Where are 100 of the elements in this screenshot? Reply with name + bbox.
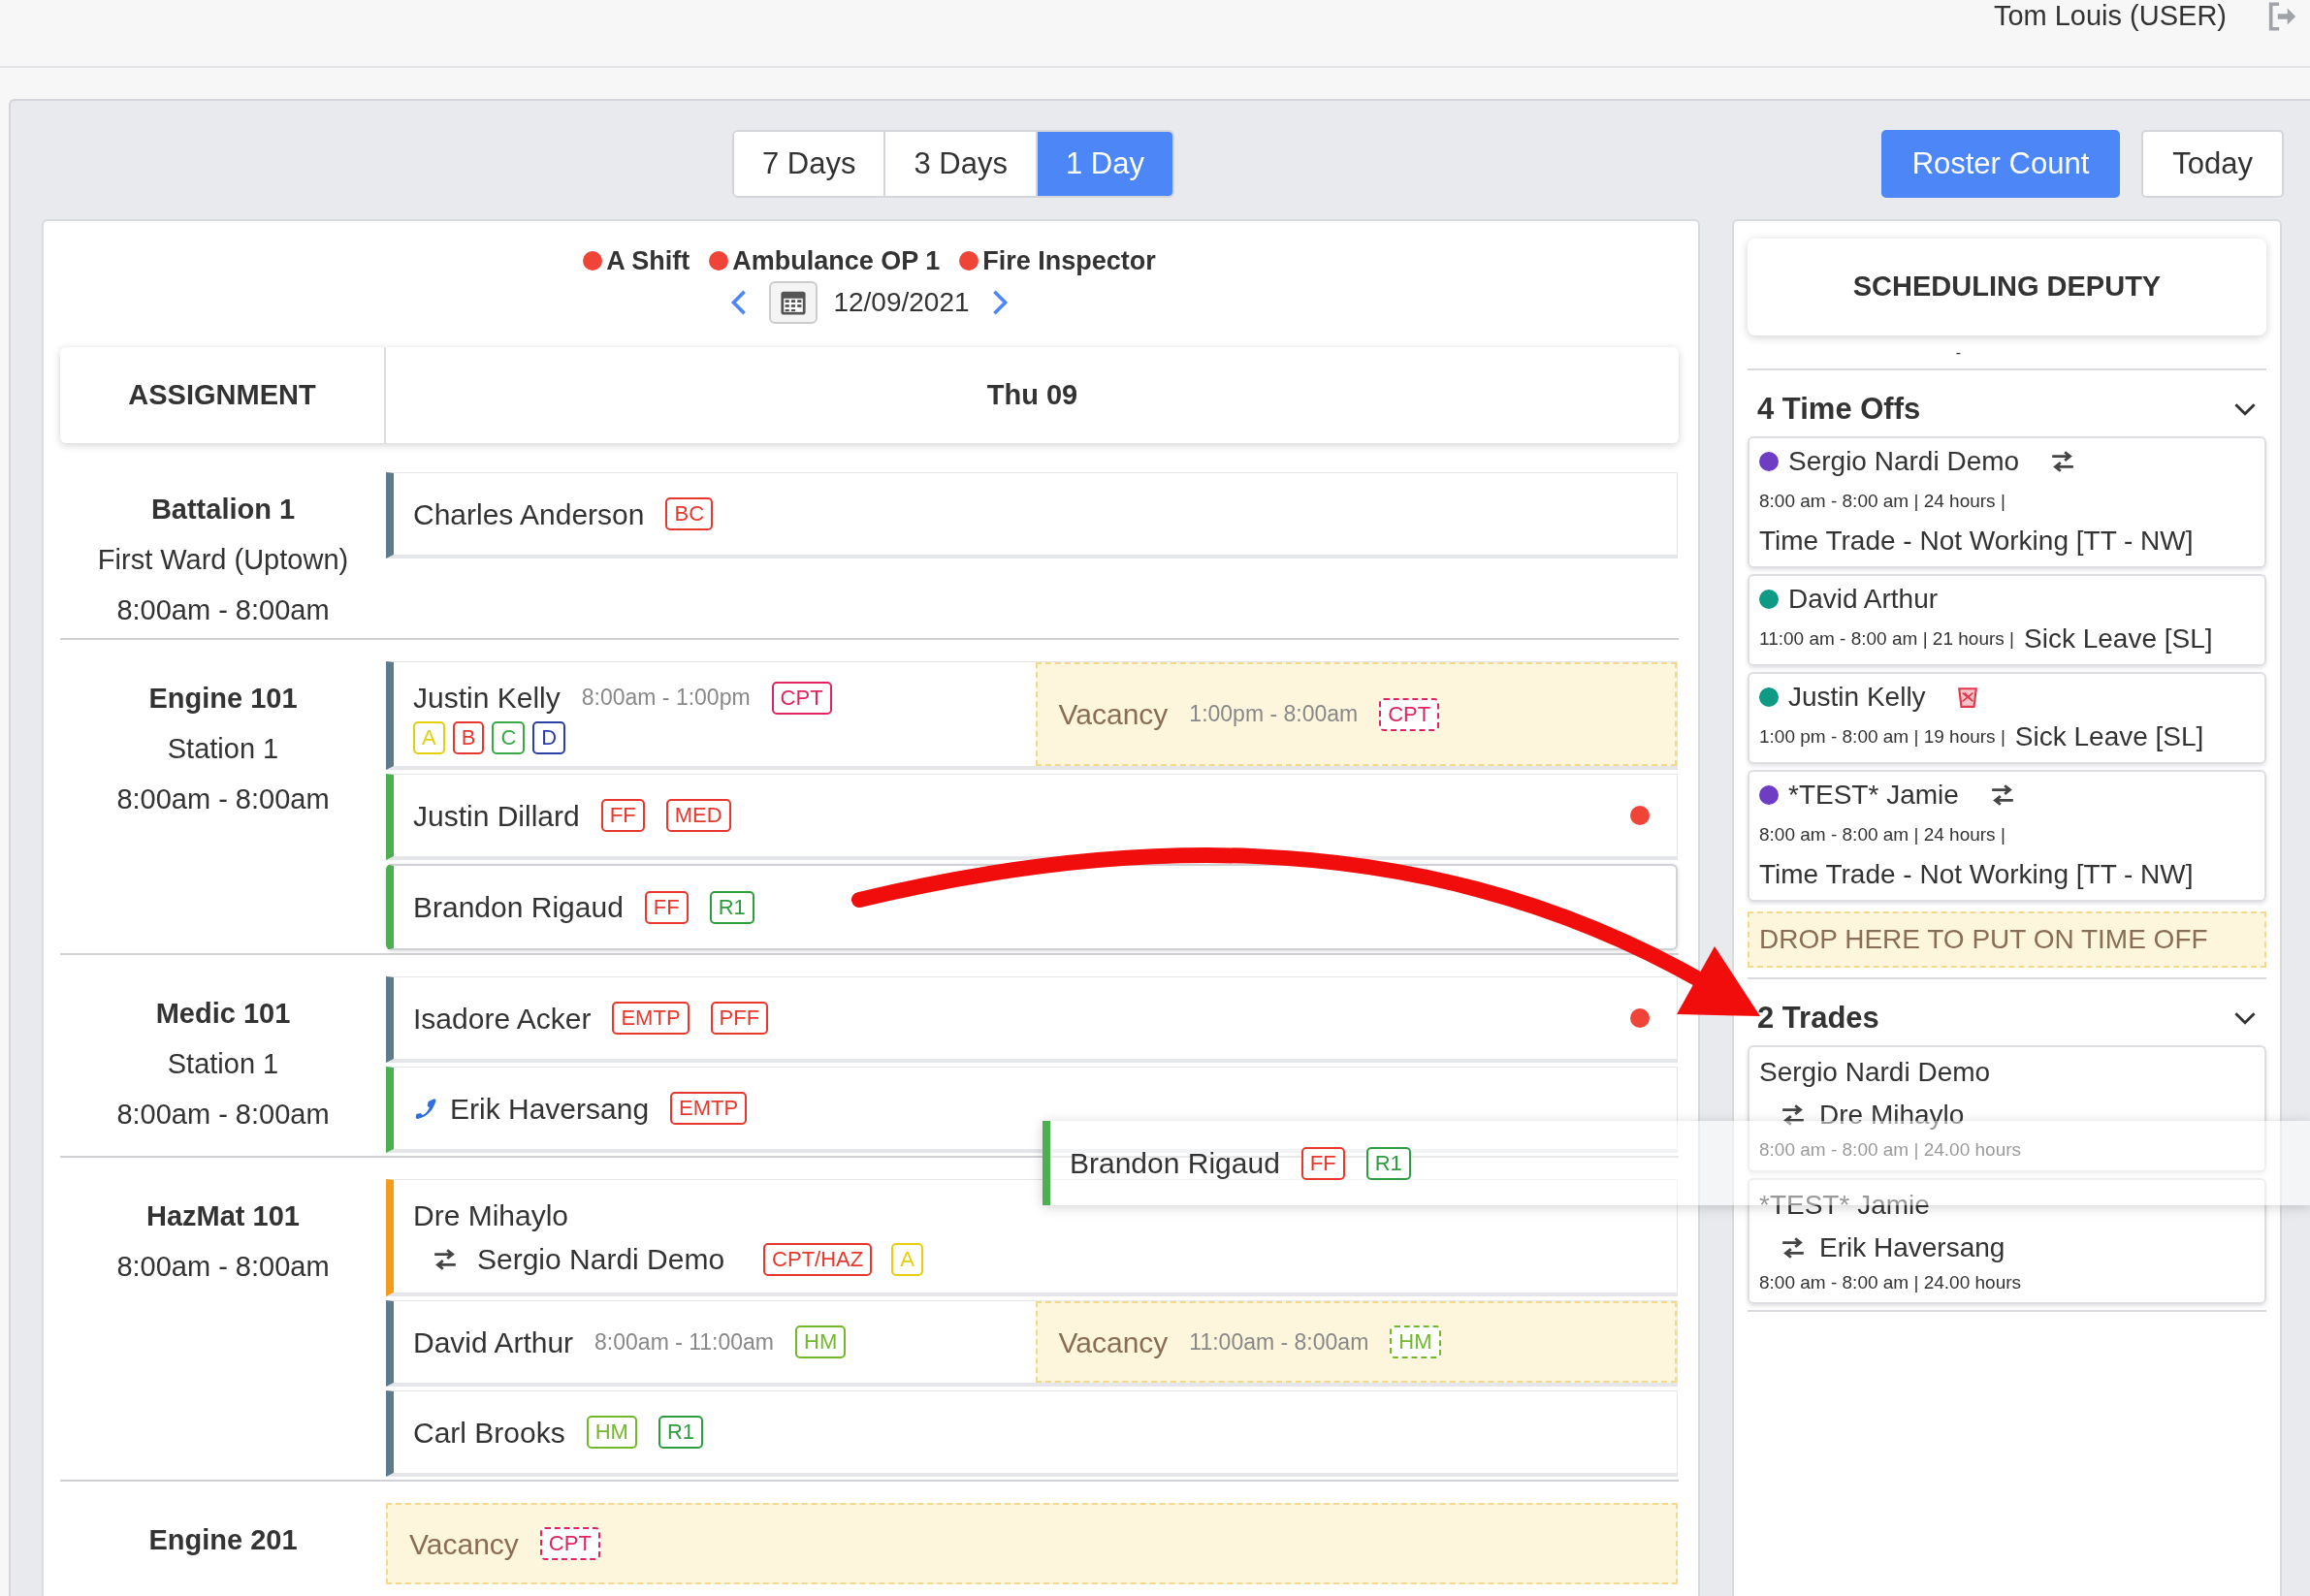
vacancy-label: Vacancy — [1058, 697, 1169, 732]
qualification-tag: CPT — [539, 1527, 600, 1560]
assignment-slot[interactable]: Justin Dillard FF MED — [386, 774, 1678, 860]
assignment-title: Battalion 1 — [149, 493, 297, 527]
qualification-tag: B — [452, 721, 485, 754]
assignment-slot[interactable]: Justin Kelly 8:00am - 1:00pm CPT A B C D Vacancy 1:00pm - 8:00am CPT — [386, 661, 1678, 770]
assignment-detail: 8:00am - 8:00am — [115, 593, 331, 627]
leave-reason: Time Trade - Not Working [TT - NW] — [1759, 858, 2194, 891]
assignment-slot[interactable]: Brandon Rigaud FF R1 — [386, 864, 1678, 950]
person-name: Erik Haversang — [450, 1091, 650, 1127]
shift-time: 8:00am - 1:00pm — [581, 684, 751, 713]
qualification-tag: FF — [644, 890, 689, 924]
person-name: Brandon Rigaud — [413, 890, 624, 925]
trade-card[interactable]: *TEST* Jamie Erik Haversang 8:00 am - 8:00 am | 24.00 hours — [1748, 1177, 2266, 1304]
assignment-detail: Station 1 — [166, 1047, 280, 1081]
assignment-detail: 8:00am - 8:00am — [115, 782, 331, 816]
column-header: ASSIGNMENT — [128, 377, 316, 412]
person-name: Carl Brooks — [413, 1415, 565, 1451]
chevron-down-icon — [2233, 401, 2257, 417]
vacancy-slot[interactable]: Vacancy 1:00pm - 8:00am CPT — [1035, 662, 1677, 766]
legend-label: Ambulance OP 1 — [732, 245, 941, 277]
drop-zone[interactable]: DROP HERE TO PUT ON TIME OFF — [1748, 911, 2266, 968]
time-off-hours: 8:00 am - 8:00 am | 24 hours | — [1759, 823, 2005, 846]
qualification-tag: A — [891, 1242, 923, 1276]
chevron-down-icon — [2233, 1010, 2257, 1026]
time-off-card[interactable]: *TEST* Jamie 8:00 am - 8:00 am | 24 hours | Time Trade - Not Working [TT - NW] — [1748, 770, 2266, 902]
assignment-detail: 8:00am - 8:00am — [115, 1250, 331, 1284]
time-off-card[interactable]: Justin Kelly 1:00 pm - 8:00 am | 19 hours | Sick Leave [SL] — [1748, 672, 2266, 764]
leave-reason: Sick Leave [SL] — [2024, 622, 2213, 655]
panel-subtitle: - — [1955, 344, 1962, 361]
section-title: 2 Trades — [1757, 999, 1879, 1037]
assignment-slot[interactable]: Dre Mihaylo Sergio Nardi Demo CPT/HAZ A — [386, 1179, 1678, 1296]
column-header: Thu 09 — [986, 377, 1078, 412]
assignment-slot[interactable]: Isadore Acker EMTP PFF — [386, 976, 1678, 1063]
vacancy-slot[interactable]: Vacancy CPT — [386, 1503, 1678, 1584]
person-name: David Arthur — [413, 1325, 574, 1360]
section-title: 4 Time Offs — [1757, 390, 1921, 428]
today-button[interactable]: Today — [2141, 130, 2284, 198]
time-off-card[interactable]: David Arthur 11:00 am - 8:00 am | 21 hours | Sick Leave [SL] — [1748, 574, 2266, 666]
user-name: Tom Louis (USER) — [1993, 0, 2227, 31]
shift-time: 8:00am - 11:00am — [594, 1327, 775, 1357]
trash-icon[interactable] — [1956, 686, 1978, 709]
person-name: Justin Kelly — [1788, 681, 1926, 714]
trade-hours: 8:00 am - 8:00 am | 24.00 hours — [1759, 1138, 2023, 1162]
person-name: Sergio Nardi Demo — [477, 1242, 725, 1277]
assignment-title: HazMat 101 — [145, 1199, 301, 1233]
qualification-tag: CPT — [771, 681, 832, 715]
collapse-toggle[interactable] — [2233, 401, 2257, 417]
assignment-detail: First Ward (Uptown) — [96, 543, 350, 577]
assignment-title: Engine 101 — [147, 682, 299, 716]
calendar-icon — [780, 289, 808, 316]
trade-hours: 8:00 am - 8:00 am | 24.00 hours — [1759, 1270, 2023, 1294]
qualification-tag: D — [532, 721, 566, 754]
vacancy-label: Vacancy — [409, 1526, 519, 1562]
person-name: Justin Dillard — [413, 798, 580, 834]
assignment-slot[interactable]: Charles Anderson BC — [386, 472, 1678, 559]
person-name: Isadore Acker — [413, 1001, 592, 1037]
assignment-slot[interactable]: Carl Brooks HM R1 — [386, 1390, 1678, 1477]
qualification-tag: MED — [665, 799, 731, 832]
trade-card[interactable]: Sergio Nardi Demo Dre Mihaylo 8:00 am - 8:00 am | 24.00 hours — [1748, 1045, 2266, 1172]
qualification-tag: FF — [1300, 1146, 1345, 1180]
vacancy-slot[interactable]: Vacancy 11:00am - 8:00am HM — [1035, 1301, 1677, 1383]
qualification-tag: HM — [1390, 1325, 1441, 1358]
qualification-tag: HM — [586, 1416, 637, 1449]
time-off-hours: 1:00 pm - 8:00 am | 19 hours | — [1759, 725, 2005, 749]
qualification-tag: EMTP — [612, 1002, 690, 1035]
leave-reason: Sick Leave [SL] — [2014, 720, 2204, 753]
leave-reason: Time Trade - Not Working [TT - NW] — [1759, 525, 2194, 558]
person-name: Charles Anderson — [413, 496, 645, 532]
person-name: Sergio Nardi Demo — [1759, 1056, 1992, 1089]
qualification-tag: R1 — [1365, 1146, 1411, 1180]
legend-label: Fire Inspector — [982, 245, 1156, 277]
shift-time: 11:00am - 8:00am — [1189, 1327, 1369, 1357]
date-label: 12/09/2021 — [833, 286, 970, 319]
person-name: Erik Haversang — [1819, 1230, 2005, 1264]
assignment-title: Medic 101 — [154, 997, 292, 1031]
assignment-slot[interactable]: Erik Haversang EMTP — [386, 1067, 1678, 1153]
assignment-detail: 8:00am - 8:00am — [115, 1098, 331, 1132]
person-name: Justin Kelly — [413, 681, 561, 716]
swap-icon — [433, 1247, 458, 1271]
qualification-tag: C — [492, 721, 526, 754]
qualification-tag: R1 — [658, 1416, 704, 1449]
collapse-toggle[interactable] — [2233, 1010, 2257, 1026]
person-name: Dre Mihaylo — [413, 1198, 569, 1233]
vacancy-label: Vacancy — [1058, 1325, 1169, 1360]
assignment-detail: Station 1 — [166, 732, 280, 766]
qualification-tag: BC — [665, 497, 714, 530]
calendar-button[interactable] — [769, 281, 818, 324]
view-tab[interactable]: 7 Days — [734, 132, 886, 196]
qualification-tag: CPT — [1379, 697, 1440, 731]
qualification-tag: A — [413, 721, 445, 754]
legend-label: A Shift — [606, 245, 690, 277]
qualification-tag: FF — [600, 799, 645, 832]
shift-time: 1:00pm - 8:00am — [1189, 700, 1359, 729]
qualification-tag: CPT/HAZ — [763, 1242, 873, 1276]
panel-title: SCHEDULING DEPUTY — [1852, 270, 2162, 304]
qualification-tag: EMTP — [670, 1092, 748, 1125]
time-off-card[interactable]: Sergio Nardi Demo 8:00 am - 8:00 am | 24 hours | Time Trade - Not Working [TT - NW] — [1748, 436, 2266, 568]
qualification-tag: HM — [795, 1325, 847, 1358]
assignment-slot[interactable]: David Arthur 8:00am - 11:00am HM Vacancy 11:00am - 8:00am HM — [386, 1300, 1678, 1387]
